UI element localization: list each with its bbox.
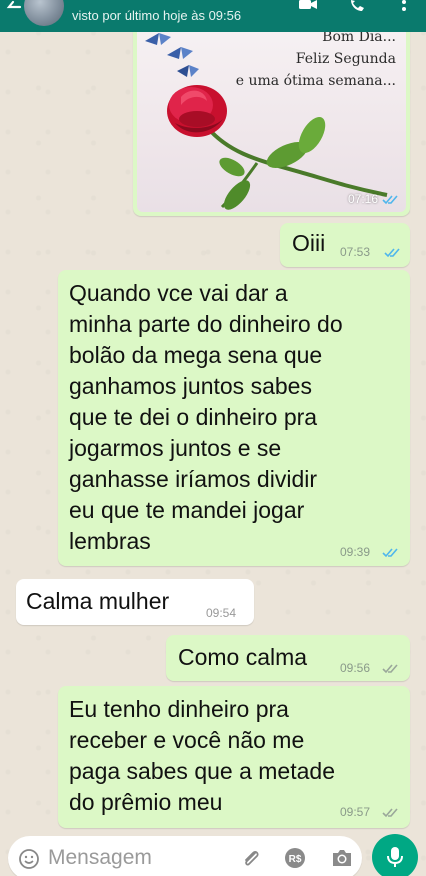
payment-label: R$ [289,854,302,865]
message-text-line: Como calma [178,644,308,670]
message-text-line: que te dei o dinheiro pra [69,404,318,430]
message-text-line: paga sabes que a metade [69,758,335,784]
message-text-line: Oiii [292,230,326,256]
message-text-line: lembras [69,528,151,554]
message-time: 07:53 [340,245,371,259]
image-caption-line: e uma ótima semana... [235,73,396,89]
greeting-image[interactable]: Bom Dia... Feliz Segunda e uma ótima sem… [137,27,406,212]
more-vertical-icon[interactable] [394,0,414,18]
message-text-line: bolão da mega sena que [69,342,323,368]
delivered-check-icon [382,808,398,818]
outgoing-message[interactable]: Oiii 07:53 [280,223,410,267]
message-text-line: Calma mulher [26,588,170,614]
read-check-icon [384,248,400,258]
camera-icon[interactable] [330,847,354,869]
message-text-line: do prêmio meu [69,789,223,815]
read-check-icon [382,548,398,558]
mic-button[interactable] [372,834,418,876]
message-composer: R$ [8,836,362,876]
message-text-line: receber e você não me [69,727,305,753]
chat-header: visto por último hoje às 09:56 [0,0,426,32]
image-message[interactable]: Bom Dia... Feliz Segunda e uma ótima sem… [133,23,410,216]
phone-icon[interactable] [348,0,368,18]
message-text-line: jogarmos juntos e se [69,435,282,461]
payment-icon[interactable]: R$ [284,847,306,869]
mic-icon [387,847,403,867]
video-call-icon[interactable] [298,0,318,18]
message-time: 09:57 [340,805,371,819]
message-text-line: Eu tenho dinheiro pra [69,696,289,722]
emoji-icon[interactable] [18,848,40,870]
message-input[interactable] [48,844,228,872]
delivered-check-icon [382,664,398,674]
message-text-line: minha parte do dinheiro do [69,311,343,337]
avatar[interactable] [24,0,64,26]
incoming-message[interactable]: Calma mulher 09:54 [16,579,254,625]
message-time: 09:54 [206,606,237,620]
message-time: 07:16 [347,192,378,206]
message-time: 09:56 [340,661,371,675]
message-text-line: eu que te mandei jogar [69,497,305,523]
back-arrow-icon[interactable] [4,0,22,18]
outgoing-message[interactable]: Eu tenho dinheiro pra receber e você não… [58,686,410,828]
outgoing-message[interactable]: Como calma 09:56 [166,635,410,681]
message-time: 09:39 [340,545,371,559]
last-seen-status: visto por último hoje às 09:56 [72,8,242,23]
attach-icon[interactable] [240,847,262,869]
read-check-icon [382,195,398,205]
outgoing-message[interactable]: Quando vce vai dar a minha parte do dinh… [58,270,410,566]
message-text-line: ganhasse iríamos dividir [69,466,318,492]
image-caption-line: Feliz Segunda [295,51,396,67]
message-text-line: ganhamos juntos sabes [69,373,312,399]
message-text-line: Quando vce vai dar a [69,280,288,306]
